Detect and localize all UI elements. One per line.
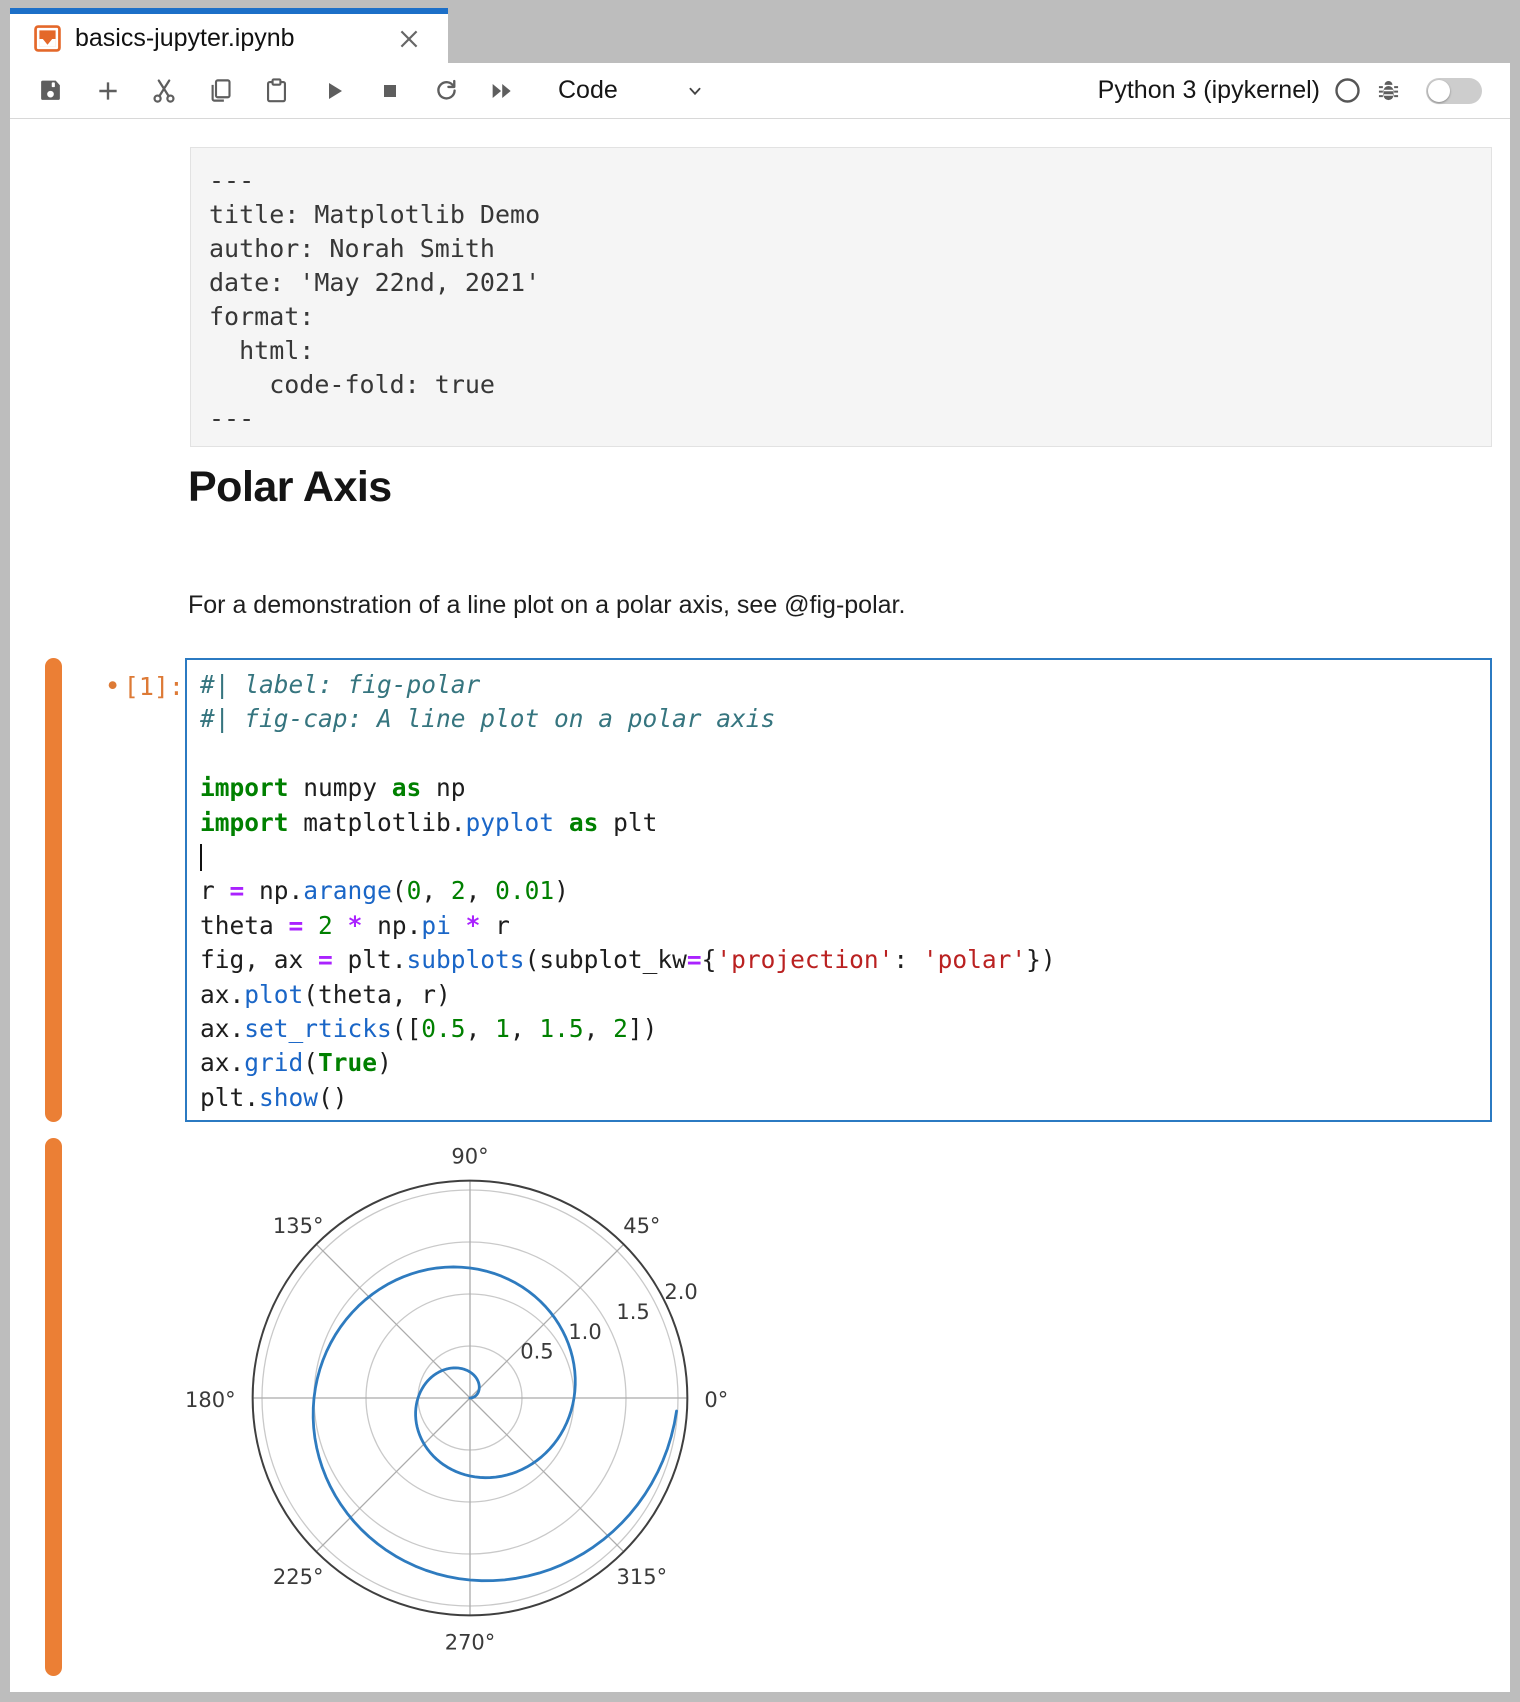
debugger-bug-icon[interactable] <box>1375 77 1402 104</box>
code-line <box>200 840 1490 874</box>
code-line: plt.show() <box>200 1081 1490 1115</box>
notebook-tab[interactable]: basics-jupyter.ipynb <box>10 8 448 63</box>
execution-prompt: • [1]: <box>80 671 184 702</box>
execution-count: [1]: <box>124 672 184 701</box>
tab-close-icon[interactable] <box>396 26 422 52</box>
polar-plot-svg: 0° 45° 90° 135° 180° 225° 270° 315° 0.5 1.0 1.5 2.0 <box>170 1130 750 1686</box>
restart-icon <box>433 77 460 104</box>
markdown-heading[interactable]: Polar Axis <box>188 463 392 512</box>
cell-type-value: Code <box>558 76 618 105</box>
chevron-down-icon <box>684 80 706 102</box>
code-line: ax.plot(theta, r) <box>200 978 1490 1012</box>
code-line: ax.set_rticks([0.5, 1, 1.5, 2]) <box>200 1012 1490 1046</box>
insert-cell-button[interactable] <box>94 77 122 105</box>
svg-text:0.5: 0.5 <box>520 1340 553 1364</box>
run-cell-button[interactable] <box>320 77 348 105</box>
tab-title: basics-jupyter.ipynb <box>75 24 396 53</box>
svg-text:315°: 315° <box>617 1565 668 1589</box>
code-line: import matplotlib.pyplot as plt <box>200 806 1490 840</box>
stop-icon <box>378 79 402 103</box>
notebook-toolbar: Code Python 3 (ipykernel) <box>10 63 1510 119</box>
svg-text:135°: 135° <box>273 1214 324 1238</box>
code-line: fig, ax = plt.subplots(subplot_kw={'proj… <box>200 943 1490 977</box>
code-line <box>200 737 1490 771</box>
svg-text:1.0: 1.0 <box>568 1320 601 1344</box>
code-line: import numpy as np <box>200 771 1490 805</box>
restart-run-all-button[interactable] <box>488 77 516 105</box>
svg-text:180°: 180° <box>185 1388 236 1412</box>
copy-cells-button[interactable] <box>206 77 234 105</box>
toggle-knob <box>1428 80 1450 102</box>
kernel-status-icon <box>1334 77 1361 104</box>
notebook-file-icon <box>34 25 61 52</box>
svg-text:0°: 0° <box>704 1388 728 1412</box>
code-line: ax.grid(True) <box>200 1046 1490 1080</box>
cell-type-dropdown[interactable]: Code <box>558 76 706 105</box>
scissors-icon <box>150 77 178 105</box>
kernel-name[interactable]: Python 3 (ipykernel) <box>1098 76 1320 105</box>
code-line: #| fig-cap: A line plot on a polar axis <box>200 702 1490 736</box>
output-collapser-bar[interactable] <box>45 1138 62 1676</box>
save-button[interactable] <box>36 77 64 105</box>
code-cell-editor[interactable]: #| label: fig-polar#| fig-cap: A line pl… <box>185 658 1492 1122</box>
simple-mode-toggle[interactable] <box>1426 78 1482 104</box>
dirty-dot: • <box>105 671 121 702</box>
svg-text:1.5: 1.5 <box>616 1300 649 1324</box>
polar-plot-output: 0° 45° 90° 135° 180° 225° 270° 315° 0.5 1.0 1.5 2.0 <box>170 1130 750 1686</box>
code-line: #| label: fig-polar <box>200 668 1490 702</box>
restart-kernel-button[interactable] <box>432 77 460 105</box>
paste-icon <box>263 77 290 104</box>
svg-text:2.0: 2.0 <box>664 1280 697 1304</box>
svg-text:270°: 270° <box>445 1630 496 1654</box>
text-cursor <box>200 844 202 871</box>
markdown-paragraph[interactable]: For a demonstration of a line plot on a … <box>188 591 905 620</box>
plus-icon <box>95 78 121 104</box>
copy-icon <box>207 77 234 104</box>
run-icon <box>322 79 346 103</box>
cut-cells-button[interactable] <box>150 77 178 105</box>
svg-text:90°: 90° <box>451 1145 488 1169</box>
raw-cell-text: --- title: Matplotlib Demo author: Norah… <box>209 164 1491 436</box>
input-collapser-bar[interactable] <box>45 658 62 1122</box>
notebook-content: --- title: Matplotlib Demo author: Norah… <box>10 119 1510 1692</box>
svg-text:225°: 225° <box>273 1565 324 1589</box>
raw-frontmatter-cell[interactable]: --- title: Matplotlib Demo author: Norah… <box>190 147 1492 447</box>
fast-forward-icon <box>488 77 516 105</box>
save-icon <box>38 78 63 103</box>
paste-cells-button[interactable] <box>262 77 290 105</box>
code-line: theta = 2 * np.pi * r <box>200 909 1490 943</box>
svg-text:45°: 45° <box>623 1214 660 1238</box>
code-line: r = np.arange(0, 2, 0.01) <box>200 874 1490 908</box>
interrupt-kernel-button[interactable] <box>376 77 404 105</box>
